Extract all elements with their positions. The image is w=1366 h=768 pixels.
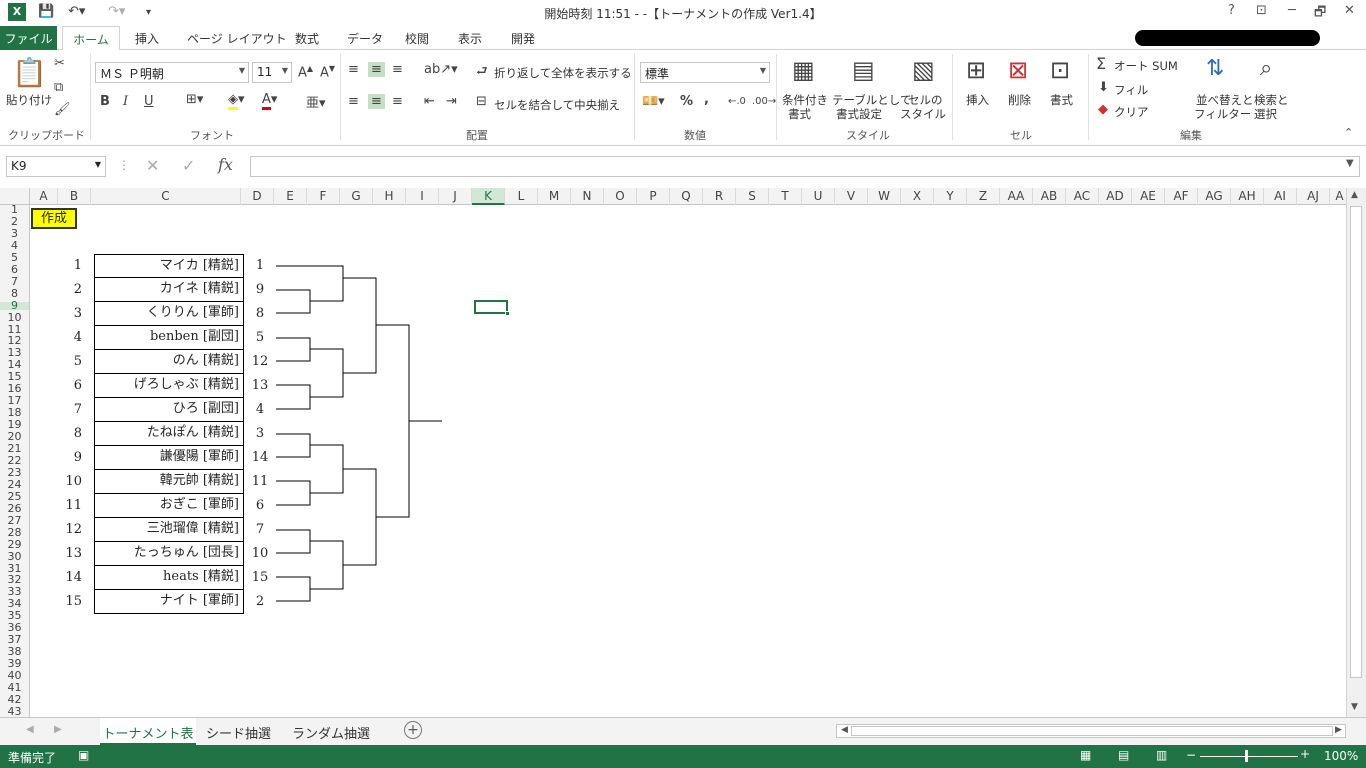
zoom-level[interactable]: 100% bbox=[1324, 749, 1358, 763]
page-break-view-icon[interactable]: ▥ bbox=[1156, 748, 1167, 762]
scroll-tabs-right-icon[interactable]: ▶ bbox=[54, 724, 62, 735]
fill-handle[interactable] bbox=[505, 311, 510, 316]
sheet-tab-tournament[interactable]: トーナメント表 bbox=[100, 718, 196, 745]
sheet-tab-bar: ◀ ▶ トーナメント表 シード抽選 ランダム抽選 + ◀ ▶ bbox=[0, 717, 1366, 745]
scroll-thumb[interactable] bbox=[1350, 206, 1362, 678]
zoom-out-icon[interactable]: − bbox=[1186, 748, 1196, 762]
scroll-left-icon[interactable]: ◀ bbox=[841, 725, 848, 735]
macro-record-icon[interactable]: ▣ bbox=[78, 748, 89, 762]
selected-cell-k9[interactable] bbox=[474, 300, 508, 314]
scroll-tabs-left-icon[interactable]: ◀ bbox=[26, 724, 34, 735]
zoom-slider-thumb[interactable] bbox=[1245, 750, 1248, 762]
tournament-bracket bbox=[276, 265, 442, 602]
zoom-slider[interactable] bbox=[1200, 756, 1298, 757]
add-sheet-icon[interactable]: + bbox=[404, 721, 422, 739]
vertical-scrollbar[interactable]: ▲ ▼ bbox=[1346, 188, 1366, 717]
scroll-up-icon[interactable]: ▲ bbox=[1351, 190, 1358, 200]
horizontal-scroll-thumb[interactable] bbox=[851, 726, 1333, 736]
zoom-in-icon[interactable]: + bbox=[1300, 747, 1310, 761]
scroll-down-icon[interactable]: ▼ bbox=[1351, 702, 1358, 712]
sheet-tab-seed-lottery[interactable]: シード抽選 bbox=[206, 718, 271, 745]
horizontal-scrollbar[interactable]: ◀ ▶ bbox=[836, 724, 1346, 738]
sheet-tab-random-lottery[interactable]: ランダム抽選 bbox=[292, 718, 370, 745]
status-ready: 準備完了 bbox=[8, 751, 57, 765]
status-bar: 準備完了 ▣ ▦ ▤ ▥ − + 100% bbox=[0, 745, 1366, 768]
page-layout-view-icon[interactable]: ▤ bbox=[1118, 748, 1129, 762]
normal-view-icon[interactable]: ▦ bbox=[1080, 748, 1091, 762]
scroll-right-icon[interactable]: ▶ bbox=[1335, 725, 1342, 735]
